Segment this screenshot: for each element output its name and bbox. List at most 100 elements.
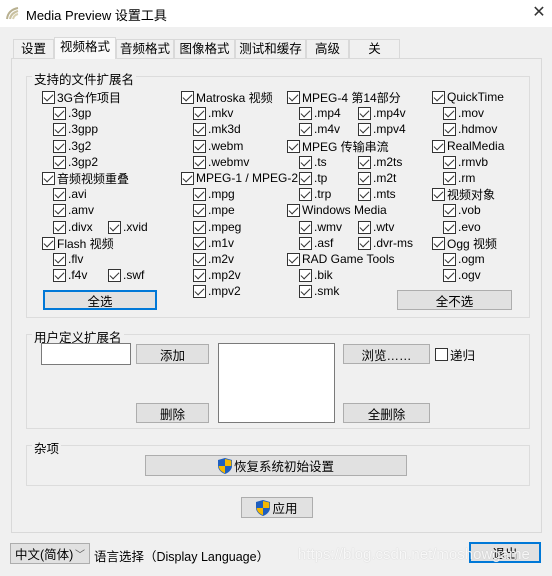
- extension-checkbox[interactable]: .mpe: [193, 203, 235, 217]
- checkbox-box[interactable]: [287, 139, 300, 153]
- checkbox-box[interactable]: [193, 268, 206, 282]
- remove-all-button[interactable]: 全删除: [343, 403, 430, 423]
- checkbox-box[interactable]: [53, 187, 66, 201]
- checkbox-box[interactable]: [287, 90, 300, 104]
- tab-6[interactable]: 关于……: [349, 39, 400, 74]
- extension-checkbox[interactable]: .evo: [443, 220, 481, 234]
- extension-checkbox[interactable]: .mpv4: [358, 122, 406, 136]
- extension-checkbox[interactable]: .asf: [299, 236, 333, 250]
- close-icon[interactable]: ✕: [529, 3, 549, 23]
- checkbox-box[interactable]: [287, 203, 300, 217]
- extension-checkbox[interactable]: .m2ts: [358, 155, 402, 169]
- format-group-checkbox[interactable]: MPEG-4 第14部分: [287, 90, 401, 105]
- checkbox-box[interactable]: [435, 347, 448, 361]
- extension-checkbox[interactable]: .rm: [443, 171, 475, 185]
- extension-checkbox[interactable]: .ts: [299, 155, 327, 169]
- extension-checkbox[interactable]: .webmv: [193, 155, 249, 169]
- tab-0[interactable]: 设置: [13, 39, 54, 59]
- extension-checkbox[interactable]: .wmv: [299, 220, 342, 234]
- checkbox-box[interactable]: [299, 236, 312, 250]
- recursive-checkbox[interactable]: 递归: [435, 347, 475, 363]
- extension-checkbox[interactable]: .mkv: [193, 106, 233, 120]
- extension-checkbox[interactable]: .smk: [299, 284, 339, 298]
- checkbox-box[interactable]: [443, 252, 456, 266]
- format-group-checkbox[interactable]: MPEG-1 / MPEG-2: [181, 171, 298, 185]
- add-button[interactable]: 添加: [136, 344, 209, 364]
- checkbox-box[interactable]: [432, 187, 445, 201]
- checkbox-box[interactable]: [193, 187, 206, 201]
- format-group-checkbox[interactable]: MPEG 传输串流: [287, 139, 389, 154]
- format-group-checkbox[interactable]: 视频对象: [432, 187, 495, 202]
- tab-5[interactable]: 高级: [306, 39, 349, 59]
- extension-checkbox[interactable]: .hdmov: [443, 122, 497, 136]
- checkbox-box[interactable]: [53, 139, 66, 153]
- extension-checkbox[interactable]: .mpeg: [193, 220, 241, 234]
- extension-checkbox[interactable]: .m4v: [299, 122, 340, 136]
- extension-checkbox[interactable]: .swf: [108, 268, 144, 282]
- tab-3[interactable]: 图像格式: [174, 39, 235, 59]
- checkbox-box[interactable]: [53, 122, 66, 136]
- format-group-checkbox[interactable]: 音频视频重叠: [42, 171, 129, 186]
- extension-checkbox[interactable]: .mov: [443, 106, 484, 120]
- extension-checkbox[interactable]: .ogv: [443, 268, 481, 282]
- checkbox-box[interactable]: [181, 171, 194, 185]
- extension-checkbox[interactable]: .m1v: [193, 236, 234, 250]
- select-all-button[interactable]: 全选: [43, 290, 157, 310]
- extension-checkbox[interactable]: .flv: [53, 252, 83, 266]
- extension-checkbox[interactable]: .xvid: [108, 220, 148, 234]
- extension-checkbox[interactable]: .m2t: [358, 171, 396, 185]
- checkbox-box[interactable]: [287, 252, 300, 266]
- checkbox-box[interactable]: [193, 155, 206, 169]
- extension-checkbox[interactable]: .trp: [299, 187, 331, 201]
- tab-1[interactable]: 视频格式: [54, 37, 116, 59]
- checkbox-box[interactable]: [53, 268, 66, 282]
- format-group-checkbox[interactable]: Ogg 视频: [432, 236, 497, 251]
- extension-checkbox[interactable]: .avi: [53, 187, 87, 201]
- checkbox-box[interactable]: [358, 155, 371, 169]
- checkbox-box[interactable]: [193, 220, 206, 234]
- format-group-checkbox[interactable]: 3G合作项目: [42, 90, 121, 105]
- format-group-checkbox[interactable]: Flash 视频: [42, 236, 114, 251]
- extension-checkbox[interactable]: .tp: [299, 171, 327, 185]
- checkbox-box[interactable]: [299, 122, 312, 136]
- checkbox-box[interactable]: [193, 236, 206, 250]
- checkbox-box[interactable]: [432, 236, 445, 250]
- browse-button[interactable]: 浏览……: [343, 344, 430, 364]
- checkbox-box[interactable]: [53, 155, 66, 169]
- restore-defaults-button[interactable]: 恢复系统初始设置: [145, 455, 407, 476]
- tab-2[interactable]: 音频格式: [116, 39, 174, 59]
- checkbox-box[interactable]: [443, 122, 456, 136]
- checkbox-box[interactable]: [42, 236, 55, 250]
- checkbox-box[interactable]: [432, 139, 445, 153]
- checkbox-box[interactable]: [358, 187, 371, 201]
- format-group-checkbox[interactable]: RAD Game Tools: [287, 252, 394, 266]
- format-group-checkbox[interactable]: RealMedia: [432, 139, 504, 153]
- checkbox-box[interactable]: [443, 268, 456, 282]
- format-group-checkbox[interactable]: Matroska 视频: [181, 90, 273, 105]
- checkbox-box[interactable]: [53, 252, 66, 266]
- remove-button[interactable]: 删除: [136, 403, 209, 423]
- apply-button[interactable]: 应用: [241, 497, 313, 518]
- checkbox-box[interactable]: [358, 171, 371, 185]
- checkbox-box[interactable]: [53, 106, 66, 120]
- checkbox-box[interactable]: [53, 203, 66, 217]
- checkbox-box[interactable]: [299, 268, 312, 282]
- checkbox-box[interactable]: [193, 252, 206, 266]
- language-select[interactable]: 中文(简体) ﹀: [10, 543, 90, 564]
- checkbox-box[interactable]: [193, 122, 206, 136]
- exit-button[interactable]: 退出: [469, 542, 541, 563]
- checkbox-box[interactable]: [432, 90, 445, 104]
- checkbox-box[interactable]: [193, 203, 206, 217]
- format-group-checkbox[interactable]: Windows Media: [287, 203, 387, 217]
- extension-checkbox[interactable]: .ogm: [443, 252, 485, 266]
- checkbox-box[interactable]: [193, 139, 206, 153]
- checkbox-box[interactable]: [358, 236, 371, 250]
- select-none-button[interactable]: 全不选: [397, 290, 512, 310]
- extension-checkbox[interactable]: .bik: [299, 268, 333, 282]
- extension-checkbox[interactable]: .divx: [53, 220, 93, 234]
- extension-checkbox[interactable]: .mts: [358, 187, 396, 201]
- extension-checkbox[interactable]: .3gpp: [53, 122, 98, 136]
- extension-checkbox[interactable]: .mk3d: [193, 122, 241, 136]
- checkbox-box[interactable]: [299, 155, 312, 169]
- extension-checkbox[interactable]: .vob: [443, 203, 481, 217]
